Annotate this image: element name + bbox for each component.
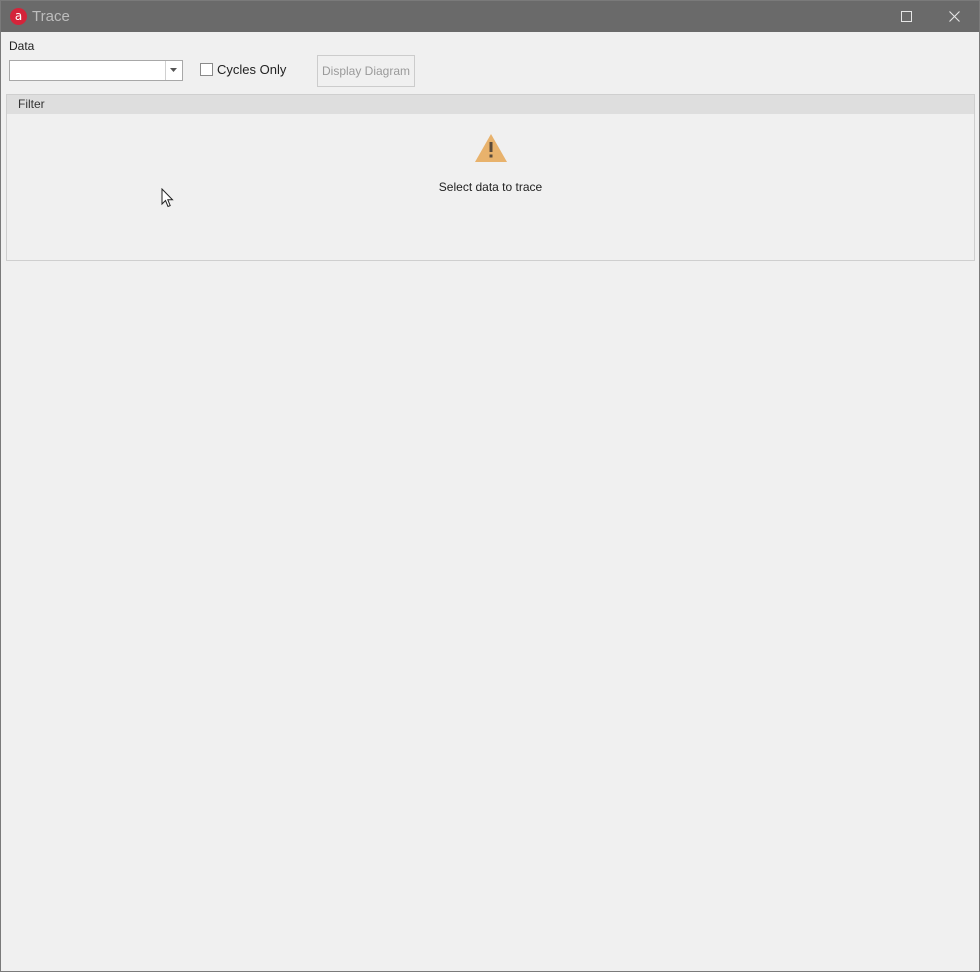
app-logo-icon: a <box>10 8 27 25</box>
empty-state-message: Select data to trace <box>438 180 543 194</box>
chevron-down-icon <box>170 68 177 72</box>
cycles-only-label[interactable]: Cycles Only <box>217 62 286 77</box>
window-title: Trace <box>32 8 70 25</box>
maximize-button[interactable] <box>883 1 929 32</box>
trace-window: a Trace Data Cycles Only Display Diagram… <box>0 0 980 972</box>
title-bar[interactable]: a Trace <box>1 1 979 32</box>
mouse-pointer-icon <box>161 188 174 208</box>
maximize-icon <box>901 11 912 22</box>
filter-panel: Filter Select data to trace <box>6 94 975 261</box>
cycles-only-checkbox[interactable] <box>200 63 213 76</box>
filter-header[interactable]: Filter <box>7 95 974 114</box>
display-diagram-button[interactable]: Display Diagram <box>317 55 415 87</box>
data-combobox[interactable] <box>9 60 183 81</box>
warning-icon <box>475 134 507 162</box>
close-button[interactable] <box>931 1 977 32</box>
combobox-dropdown-button[interactable] <box>165 61 182 80</box>
filter-title: Filter <box>18 97 45 111</box>
close-icon <box>949 11 960 22</box>
data-label: Data <box>9 39 35 53</box>
